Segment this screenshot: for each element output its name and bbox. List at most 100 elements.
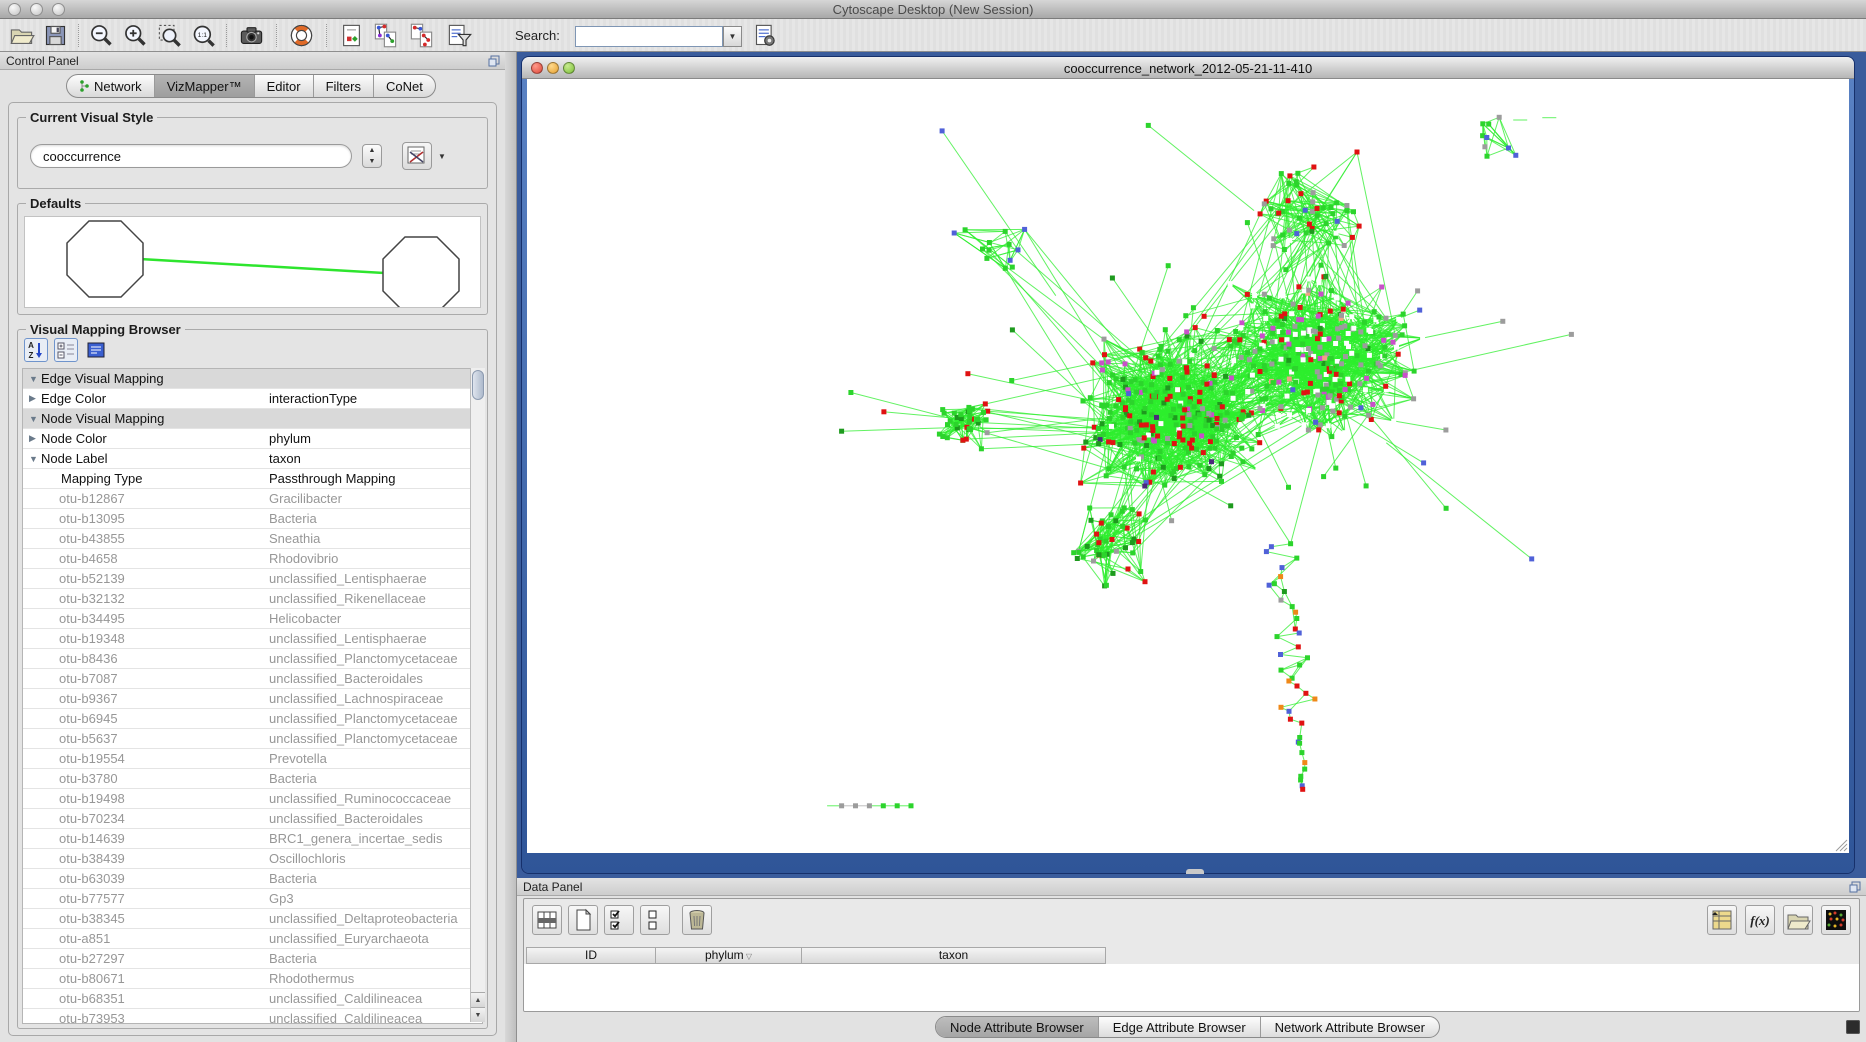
vmb-row[interactable]: otu-b34495Helicobacter	[23, 609, 482, 629]
vmb-row[interactable]: otu-b6945unclassified_Planctomycetaceae	[23, 709, 482, 729]
expand-tree-icon[interactable]	[54, 338, 78, 362]
float-panel-icon[interactable]	[488, 55, 500, 67]
vmb-row[interactable]: otu-b68351unclassified_Caldilineacea	[23, 989, 482, 1009]
data-panel-header[interactable]: Data Panel	[517, 878, 1866, 896]
search-config-icon[interactable]	[752, 22, 779, 49]
network-window[interactable]: cooccurrence_network_2012-05-21-11-410	[522, 57, 1854, 873]
control-panel-header[interactable]: Control Panel	[0, 52, 505, 70]
vmb-row[interactable]: otu-b19554Prevotella	[23, 749, 482, 769]
vmb-scrollbar-thumb[interactable]	[472, 370, 484, 400]
vmb-row[interactable]: Mapping TypePassthrough Mapping	[23, 469, 482, 489]
vmb-row[interactable]: otu-b80671Rhodothermus	[23, 969, 482, 989]
style-options-caret[interactable]: ▼	[438, 152, 446, 161]
new-attribute-icon[interactable]	[568, 905, 598, 935]
tab-network-attribute-browser[interactable]: Network Attribute Browser	[1261, 1017, 1439, 1037]
vmb-row[interactable]: otu-b12867Gracilibacter	[23, 489, 482, 509]
vmb-row[interactable]: ▼Edge Visual Mapping	[23, 369, 482, 389]
scroll-up-icon[interactable]: ▲	[471, 992, 485, 1007]
tab-edge-attribute-browser[interactable]: Edge Attribute Browser	[1099, 1017, 1261, 1037]
split-pane-handle[interactable]	[1186, 869, 1204, 874]
zoom-fit-icon[interactable]: 1:1	[190, 22, 217, 49]
tab-filters[interactable]: Filters	[314, 75, 374, 97]
visual-style-combobox[interactable]: cooccurrence	[30, 144, 352, 168]
network-graph[interactable]	[527, 79, 1849, 853]
vmb-row[interactable]: ▼Node Labeltaxon	[23, 449, 482, 469]
window-titlebar[interactable]: Cytoscape Desktop (New Session)	[0, 0, 1866, 19]
float-panel-icon[interactable]	[1849, 881, 1861, 893]
help-icon[interactable]	[288, 22, 315, 49]
panel-resize-grip[interactable]	[1846, 1020, 1860, 1034]
vmb-row[interactable]: otu-b7087unclassified_Bacteroidales	[23, 669, 482, 689]
vmb-row[interactable]: ▶Node Colorphylum	[23, 429, 482, 449]
network-canvas[interactable]	[527, 79, 1849, 853]
column-header-taxon[interactable]: taxon	[802, 947, 1106, 964]
scroll-down-icon[interactable]: ▼	[471, 1007, 485, 1022]
collapsed-arrow-icon[interactable]: ▶	[29, 433, 41, 444]
vmb-row[interactable]: otu-b19498unclassified_Ruminococcaceae	[23, 789, 482, 809]
vmb-row[interactable]: otu-b63039Bacteria	[23, 869, 482, 889]
zoom-selected-icon[interactable]	[156, 22, 183, 49]
attribute-table-icon[interactable]	[1707, 905, 1737, 935]
vmb-row[interactable]: otu-b38439Oscillochloris	[23, 849, 482, 869]
zoom-out-icon[interactable]	[88, 22, 115, 49]
vmb-row[interactable]: otu-b38345unclassified_Deltaproteobacter…	[23, 909, 482, 929]
expanded-arrow-icon[interactable]: ▼	[29, 454, 41, 464]
vmb-row[interactable]: otu-b77577Gp3	[23, 889, 482, 909]
vmb-row[interactable]: otu-b27297Bacteria	[23, 949, 482, 969]
vmb-scrollbar[interactable]: ▲ ▼	[470, 368, 485, 1022]
vmb-mapping-list[interactable]: ▼Edge Visual Mapping▶Edge Colorinteracti…	[22, 368, 483, 1024]
network-overview-icon[interactable]	[372, 22, 399, 49]
unselect-attributes-icon[interactable]	[640, 905, 670, 935]
tab-vizmapper[interactable]: VizMapper™	[155, 75, 255, 97]
function-builder-icon[interactable]: f(x)	[1745, 905, 1775, 935]
vmb-row[interactable]: otu-b3780Bacteria	[23, 769, 482, 789]
filter-icon[interactable]	[446, 22, 473, 49]
collapsed-arrow-icon[interactable]: ▶	[29, 393, 41, 404]
canvas-resize-grip[interactable]	[1833, 837, 1848, 852]
zoom-in-icon[interactable]	[122, 22, 149, 49]
defaults-preview-canvas[interactable]	[24, 216, 481, 308]
vmb-row[interactable]: otu-b8436unclassified_Planctomycetaceae	[23, 649, 482, 669]
vmb-row[interactable]: ▶Edge ColorinteractionType	[23, 389, 482, 409]
vmb-row[interactable]: ▼Node Visual Mapping	[23, 409, 482, 429]
annotation-icon[interactable]	[338, 22, 365, 49]
matrix-icon[interactable]	[1821, 905, 1851, 935]
network-window-titlebar[interactable]: cooccurrence_network_2012-05-21-11-410	[522, 57, 1854, 79]
open-network-icon[interactable]	[8, 22, 35, 49]
tab-network[interactable]: Network	[67, 75, 155, 97]
properties-icon[interactable]	[84, 338, 108, 362]
tab-conet[interactable]: CoNet	[374, 75, 435, 97]
network-modify-icon[interactable]	[408, 22, 435, 49]
expanded-arrow-icon[interactable]: ▼	[29, 374, 41, 384]
vmb-row[interactable]: otu-b4658Rhodovibrio	[23, 549, 482, 569]
vmb-row[interactable]: otu-b43855Sneathia	[23, 529, 482, 549]
column-header-phylum[interactable]: phylum ▽	[656, 947, 802, 964]
attribute-grid-icon[interactable]	[532, 905, 562, 935]
select-attributes-icon[interactable]	[604, 905, 634, 935]
vmb-row[interactable]: otu-b32132unclassified_Rikenellaceae	[23, 589, 482, 609]
delete-attribute-icon[interactable]	[682, 905, 712, 935]
panel-splitter[interactable]	[505, 52, 517, 1042]
visual-style-stepper[interactable]: ▲▼	[362, 144, 382, 168]
vmb-row[interactable]: otu-a851unclassified_Euryarchaeota	[23, 929, 482, 949]
expanded-arrow-icon[interactable]: ▼	[29, 414, 41, 424]
sort-icon[interactable]: AZ	[24, 338, 48, 362]
vmb-row[interactable]: otu-b9367unclassified_Lachnospiraceae	[23, 689, 482, 709]
vmb-row[interactable]: otu-b13095Bacteria	[23, 509, 482, 529]
tab-node-attribute-browser[interactable]: Node Attribute Browser	[936, 1017, 1099, 1037]
save-session-icon[interactable]	[42, 22, 69, 49]
vmb-row[interactable]: otu-b19348unclassified_Lentisphaerae	[23, 629, 482, 649]
attribute-table-body[interactable]	[524, 964, 1859, 1012]
style-options-button[interactable]	[402, 142, 432, 170]
vmb-row[interactable]: otu-b14639BRC1_genera_incertae_sedis	[23, 829, 482, 849]
import-attributes-icon[interactable]	[1783, 905, 1813, 935]
column-header-id[interactable]: ID	[526, 947, 656, 964]
vmb-row[interactable]: otu-b5637unclassified_Planctomycetaceae	[23, 729, 482, 749]
search-input[interactable]	[575, 26, 723, 47]
vmb-row[interactable]: otu-b52139unclassified_Lentisphaerae	[23, 569, 482, 589]
snapshot-icon[interactable]	[238, 22, 265, 49]
vmb-row[interactable]: otu-b70234unclassified_Bacteroidales	[23, 809, 482, 829]
search-dropdown-button[interactable]: ▼	[723, 26, 742, 47]
vmb-row[interactable]: otu-b73953unclassified_Caldilineacea	[23, 1009, 482, 1024]
tab-editor[interactable]: Editor	[255, 75, 314, 97]
